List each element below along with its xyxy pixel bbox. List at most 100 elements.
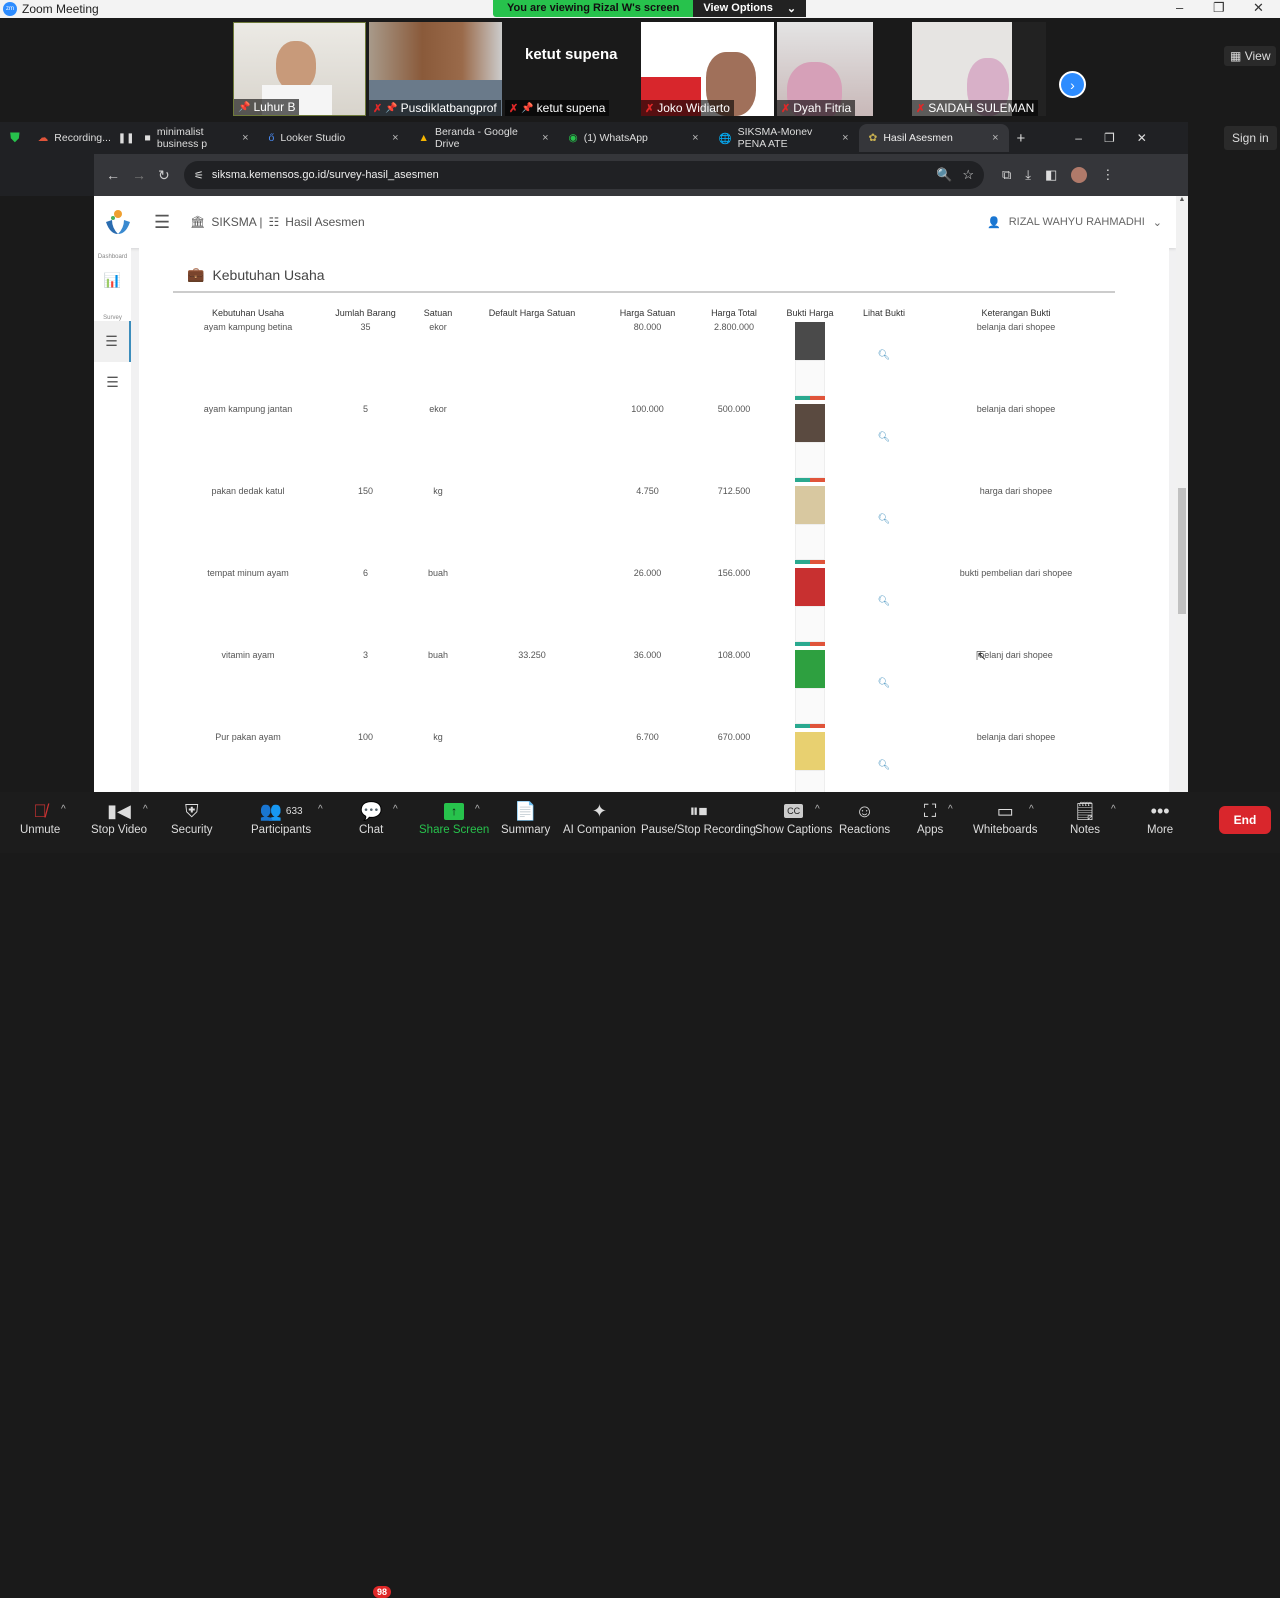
evidence-thumbnail[interactable]: [795, 568, 825, 646]
magnifier-icon[interactable]: 🔍︎: [878, 432, 891, 443]
video-options-caret[interactable]: ^: [143, 804, 148, 815]
download-icon[interactable]: ⤓: [1025, 167, 1031, 183]
audio-options-caret[interactable]: ^: [61, 804, 66, 815]
stop-video-button[interactable]: ▮◀ Stop Video: [91, 798, 147, 837]
cell-price: 4.750: [636, 486, 659, 496]
participants-button[interactable]: 👥 633 Participants: [251, 798, 311, 837]
side-panel-icon[interactable]: ◧: [1045, 167, 1057, 183]
reactions-button[interactable]: ☺ Reactions: [839, 798, 890, 837]
participants-options-caret[interactable]: ^: [318, 804, 323, 815]
cell-price: 26.000: [633, 568, 662, 578]
breadcrumb-app[interactable]: SIKSMA |: [211, 215, 262, 229]
reload-button[interactable]: ↻: [158, 167, 172, 184]
bar-chart-icon: 📊: [103, 272, 122, 288]
notes-button[interactable]: 🗒 Notes: [1070, 798, 1100, 837]
chat-options-caret[interactable]: ^: [393, 804, 398, 815]
evidence-thumbnail[interactable]: [795, 486, 825, 564]
close-tab-icon[interactable]: ×: [242, 132, 248, 144]
cell-bukti-harga: [769, 566, 851, 648]
profile-avatar[interactable]: [1071, 167, 1088, 183]
tab-whatsapp[interactable]: ◉ (1) WhatsApp ×: [559, 124, 709, 152]
page-scrollbar[interactable]: ▲: [1176, 196, 1188, 792]
address-bar[interactable]: ⚟ siksma.kemensos.go.id/survey-hasil_ase…: [184, 161, 984, 189]
close-tab-icon[interactable]: ×: [692, 132, 698, 144]
pause-icon[interactable]: ❚❚: [118, 133, 135, 144]
ai-companion-button[interactable]: ✦ AI Companion: [563, 798, 636, 837]
participant-tile[interactable]: ✗ SAIDAH SULEMAN: [912, 22, 1046, 116]
whiteboards-button[interactable]: ▭ Whiteboards: [973, 798, 1038, 837]
next-page-button[interactable]: ›: [1059, 71, 1086, 98]
browser-minimize-button[interactable]: –: [1075, 131, 1082, 145]
kebutuhan-usaha-table: Kebutuhan Usaha Jumlah Barang Satuan Def…: [173, 306, 1115, 792]
minimize-button[interactable]: –: [1176, 0, 1183, 15]
zoom-lens-icon[interactable]: 🔍: [936, 167, 952, 183]
magnifier-icon[interactable]: 🔍︎: [878, 760, 891, 771]
new-tab-button[interactable]: +: [1017, 130, 1026, 147]
close-button[interactable]: ✕: [1253, 0, 1264, 16]
page-icon: ■: [144, 132, 151, 144]
tab-siksma-monev[interactable]: 🌐 SIKSMA-Monev PENA ATE ×: [709, 124, 859, 152]
apps-options-caret[interactable]: ^: [948, 804, 953, 815]
sidebar-item-survey-2[interactable]: ☰: [94, 362, 131, 403]
participant-tile[interactable]: ketut supena ✗ 📌 ketut supena: [505, 22, 638, 116]
magnifier-icon[interactable]: 🔍︎: [878, 514, 891, 525]
scroll-up-arrow[interactable]: ▲: [1176, 196, 1188, 203]
tab-google-drive[interactable]: ▲ Beranda - Google Drive ×: [409, 124, 559, 152]
user-menu[interactable]: 👤 RIZAL WAHYU RAHMADHI ⌄: [987, 216, 1162, 229]
show-captions-button[interactable]: CC Show Captions: [755, 798, 832, 836]
browser-close-button[interactable]: ✕: [1137, 131, 1147, 145]
tab-looker-studio[interactable]: ő Looker Studio ×: [259, 124, 409, 152]
captions-options-caret[interactable]: ^: [815, 804, 820, 815]
pause-stop-recording-button[interactable]: ⏸⏹ Pause/Stop Recording: [641, 798, 756, 837]
evidence-thumbnail[interactable]: [795, 650, 825, 728]
view-button[interactable]: ▦ View: [1224, 46, 1277, 66]
close-tab-icon[interactable]: ×: [392, 132, 398, 144]
cell-total: 108.000: [717, 650, 751, 660]
security-button[interactable]: ⛨ Security: [171, 798, 213, 837]
tab-hasil-asesmen[interactable]: ✿ Hasil Asesmen ×: [858, 124, 1009, 152]
muted-mic-icon: ✗: [781, 102, 791, 115]
tab-minimalist-business[interactable]: ■ minimalist business p ×: [135, 124, 259, 152]
recording-tab[interactable]: ☁ Recording...: [28, 124, 114, 152]
cell-total: 2.800.000: [713, 322, 755, 332]
browser-restore-button[interactable]: ❐: [1104, 131, 1115, 145]
restore-button[interactable]: ❐: [1213, 0, 1225, 16]
globe-icon: 🌐: [718, 132, 732, 145]
hamburger-menu-icon[interactable]: ☰: [154, 212, 170, 233]
share-options-caret[interactable]: ^: [475, 804, 480, 815]
scrollbar-thumb[interactable]: [1178, 488, 1186, 614]
bookmark-star-icon[interactable]: ☆: [962, 167, 974, 183]
participant-tile[interactable]: ✗ 📌 Pusdiklatbangprof: [369, 22, 502, 116]
magnifier-icon[interactable]: 🔍︎: [878, 596, 891, 607]
view-options-button[interactable]: View Options ⌄: [693, 0, 807, 17]
more-button[interactable]: ••• More: [1147, 798, 1173, 837]
extensions-icon[interactable]: ⧉: [1002, 167, 1011, 183]
end-meeting-button[interactable]: End: [1219, 806, 1271, 834]
magnifier-icon[interactable]: 🔍︎: [878, 350, 891, 361]
participant-tile[interactable]: 📌 Luhur B: [233, 22, 366, 116]
participant-tile[interactable]: ✗ Dyah Fitria: [777, 22, 873, 116]
sign-in-button[interactable]: Sign in: [1224, 126, 1277, 150]
whiteboards-options-caret[interactable]: ^: [1029, 804, 1034, 815]
close-tab-icon[interactable]: ×: [542, 132, 548, 144]
site-settings-icon[interactable]: ⚟: [194, 169, 204, 182]
magnifier-icon[interactable]: 🔍︎: [878, 678, 891, 689]
participant-tile[interactable]: ✗ Joko Widiarto: [641, 22, 774, 116]
close-tab-icon[interactable]: ×: [842, 132, 848, 144]
summary-button[interactable]: 📄 Summary: [501, 798, 550, 837]
apps-button[interactable]: ⛶ Apps: [917, 798, 943, 837]
menu-kebab-icon[interactable]: ⋮: [1101, 167, 1114, 183]
cell-lihat-bukti: 🔍︎: [851, 484, 917, 566]
sidebar-item-survey-1[interactable]: ☰: [94, 321, 131, 362]
back-button[interactable]: ←: [106, 167, 120, 183]
evidence-thumbnail[interactable]: [795, 404, 825, 482]
evidence-thumbnail[interactable]: [795, 322, 825, 400]
unmute-button[interactable]: 🎙̸ Unmute: [20, 798, 60, 837]
chat-button[interactable]: 💬 Chat: [359, 798, 383, 837]
evidence-thumbnail[interactable]: [795, 732, 825, 792]
sidebar-item-dashboard[interactable]: 📊: [94, 260, 131, 301]
forward-button[interactable]: →: [132, 167, 146, 183]
close-tab-icon[interactable]: ×: [992, 132, 998, 144]
notes-options-caret[interactable]: ^: [1111, 804, 1116, 815]
cell-note: belanja dari shopee: [976, 322, 1056, 332]
